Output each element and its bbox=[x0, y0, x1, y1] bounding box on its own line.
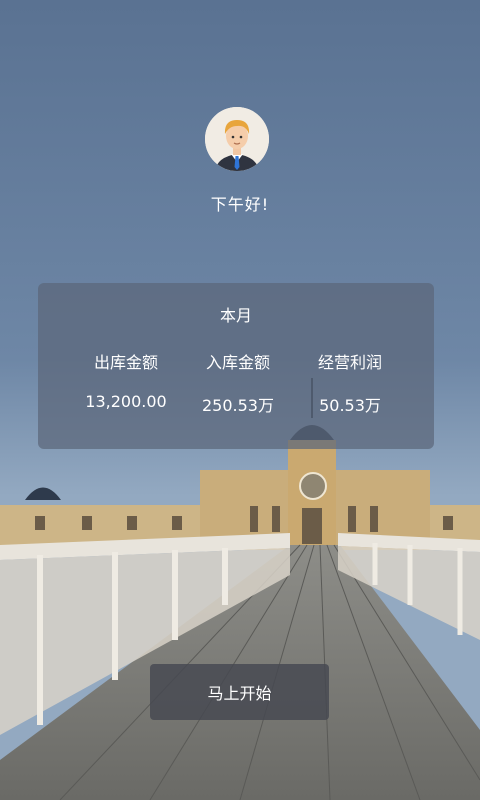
greeting-text: 下午好! bbox=[210, 195, 270, 214]
stat-label: 出库金额 bbox=[93, 353, 158, 372]
stat-value: 50.53万 bbox=[319, 396, 381, 415]
user-avatar[interactable] bbox=[205, 107, 269, 171]
stat-operating-profit: 经营利润 50.53万 bbox=[302, 349, 398, 416]
businessman-avatar-icon bbox=[205, 107, 269, 171]
stat-label: 经营利润 bbox=[317, 353, 382, 372]
card-title: 本月 bbox=[219, 306, 252, 325]
stat-value: 250.53万 bbox=[202, 396, 274, 415]
stat-value: 13,200.00 bbox=[85, 392, 167, 411]
stat-outbound-amount: 出库金额 13,200.00 bbox=[78, 349, 174, 411]
monthly-stats-card: 本月 出库金额 13,200.00 入库金额 250.53万 经营利润 50.5… bbox=[38, 283, 434, 449]
stat-inbound-amount: 入库金额 250.53万 bbox=[190, 349, 286, 416]
start-now-button[interactable]: 马上开始 bbox=[150, 664, 329, 720]
stat-label: 入库金额 bbox=[205, 353, 270, 372]
